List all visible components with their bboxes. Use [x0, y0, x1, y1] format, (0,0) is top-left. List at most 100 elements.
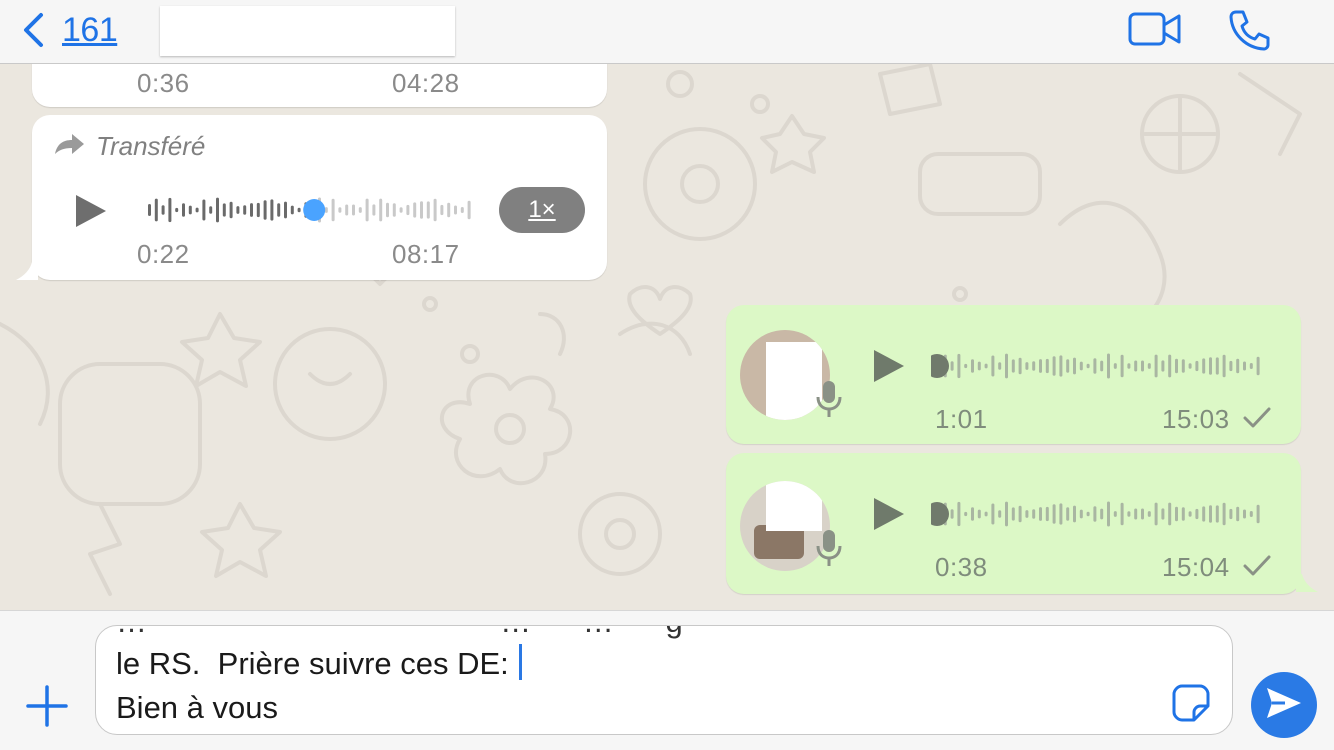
waveform-bar	[1249, 362, 1253, 370]
waveform-bar	[331, 198, 335, 222]
waveform-bar	[161, 205, 165, 215]
bubble-tail	[1296, 574, 1318, 592]
avatar-redaction	[766, 342, 822, 420]
attach-button[interactable]	[26, 685, 68, 732]
waveform-bar	[1039, 359, 1042, 373]
waveform-bar	[236, 206, 240, 214]
waveform-bar	[1045, 358, 1049, 374]
waveform-bar	[270, 199, 274, 221]
chat-area[interactable]: 0:36 04:28 Transféré 1× 0:22 08:17 1:01 …	[0, 64, 1334, 610]
playback-speed-button[interactable]: 1×	[499, 187, 585, 233]
play-icon	[72, 195, 108, 233]
waveform-bar	[1147, 363, 1151, 369]
waveform-bar	[1181, 359, 1185, 373]
waveform-bar	[1059, 355, 1063, 377]
waveform-bar	[1073, 505, 1076, 523]
waveform-bar	[1127, 511, 1131, 517]
waveform-bar	[352, 204, 355, 216]
waveform-bar	[1181, 507, 1185, 521]
forward-arrow-icon	[54, 132, 86, 161]
audio-waveform[interactable]	[931, 490, 1261, 538]
audio-waveform[interactable]	[142, 186, 472, 234]
play-button[interactable]	[72, 193, 108, 234]
waveform-bar	[1032, 361, 1036, 371]
waveform-bar	[991, 503, 995, 525]
audio-waveform[interactable]	[931, 342, 1261, 390]
message-time: 15:03	[1162, 404, 1230, 434]
message-time: 15:04	[1162, 552, 1230, 582]
waveform-bar	[222, 203, 226, 217]
waveform-bar	[984, 363, 988, 369]
waveform-bar	[454, 205, 457, 215]
waveform-bar	[1202, 358, 1206, 374]
waveform-bar	[1222, 502, 1226, 526]
message-bubble-incoming[interactable]: 0:36 04:28	[32, 64, 607, 107]
play-button[interactable]	[872, 348, 906, 389]
back-button[interactable]: 161	[22, 8, 118, 52]
waveform-bar	[1209, 505, 1212, 523]
waveform-bar	[1052, 504, 1056, 524]
waveform-bar	[406, 204, 410, 216]
waveform-bar	[1256, 504, 1260, 524]
waveform-bar	[372, 204, 376, 216]
waveform-bar	[1202, 506, 1206, 522]
waveform-bar	[1127, 363, 1131, 369]
waveform-bar	[195, 207, 199, 213]
waveform-bar	[1093, 358, 1097, 374]
waveform-bar	[1079, 361, 1083, 371]
bubble-tail	[16, 262, 38, 280]
waveform-bar	[284, 201, 287, 219]
waveform-bar	[1249, 510, 1253, 518]
waveform-bar	[1161, 508, 1165, 520]
message-bubble-outgoing[interactable]: 1:01 15:03	[726, 305, 1301, 444]
send-button[interactable]	[1251, 672, 1317, 738]
waveform-bar	[991, 355, 995, 377]
waveform-bar	[460, 206, 464, 214]
check-icon	[1242, 406, 1272, 435]
waveform-bar	[1243, 361, 1246, 371]
waveform-bar	[1188, 511, 1192, 517]
waveform-bar	[998, 362, 1002, 370]
waveform-bar	[386, 202, 389, 218]
waveform-bar	[1175, 358, 1178, 374]
playback-position-knob[interactable]	[303, 199, 326, 221]
waveform-bar	[957, 353, 961, 379]
waveform-bar	[977, 509, 981, 519]
waveform-bar	[297, 207, 301, 213]
play-button[interactable]	[872, 496, 906, 537]
waveform-bar	[182, 203, 185, 217]
waveform-bar	[1107, 501, 1110, 527]
waveform-bar	[379, 198, 383, 222]
voice-call-button[interactable]	[1228, 8, 1272, 57]
waveform-bar	[1025, 362, 1029, 370]
waveform-bar	[467, 200, 471, 220]
waveform-bar	[1073, 357, 1076, 375]
plus-icon	[26, 685, 68, 731]
waveform-bar	[1066, 507, 1070, 521]
waveform-bar	[175, 207, 179, 213]
waveform-bar	[345, 204, 349, 216]
waveform-bar	[950, 361, 954, 371]
waveform-bar	[209, 206, 213, 214]
message-input[interactable]: … … … g le RS. Prière suivre ces DE: Bie…	[95, 625, 1233, 735]
voice-duration: 0:36	[137, 68, 190, 98]
waveform-bar	[1120, 354, 1124, 378]
avatar-redaction	[766, 481, 822, 531]
contact-name-redacted[interactable]	[160, 6, 455, 56]
sticker-button[interactable]	[1172, 684, 1210, 727]
video-call-button[interactable]	[1128, 10, 1182, 53]
message-text-line-2: Bien à vous	[116, 690, 278, 725]
waveform-bar	[1141, 360, 1144, 372]
play-icon	[872, 498, 906, 536]
waveform-bar	[338, 207, 342, 213]
waveform-bar	[1175, 506, 1178, 522]
waveform-bar	[1243, 509, 1246, 519]
waveform-bar	[188, 205, 192, 215]
message-bubble-outgoing[interactable]: 0:38 15:04	[726, 453, 1318, 594]
waveform-bar	[1025, 510, 1029, 518]
waveform-bar	[950, 509, 954, 519]
waveform-bar	[148, 204, 151, 216]
waveform-bar	[1100, 360, 1104, 372]
waveform-bar	[365, 198, 369, 222]
message-bubble-incoming[interactable]: Transféré 1× 0:22 08:17	[16, 115, 607, 280]
